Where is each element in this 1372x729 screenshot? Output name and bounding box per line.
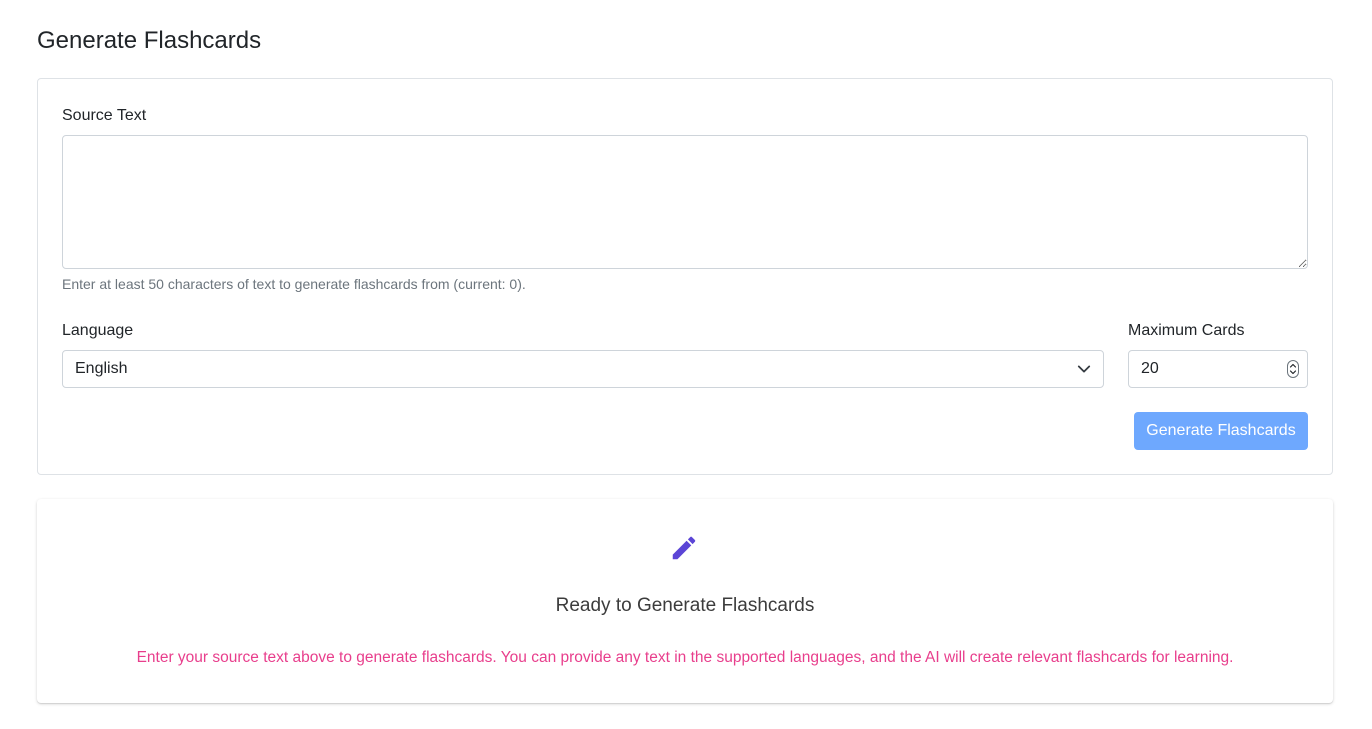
empty-state-title: Ready to Generate Flashcards — [555, 595, 815, 616]
flashcard-form-card: Source Text Enter at least 50 characters… — [37, 78, 1333, 475]
language-select-value: English — [75, 360, 128, 377]
page: Generate Flashcards Source Text Enter at… — [0, 0, 1372, 729]
source-text-help: Enter at least 50 characters of text to … — [62, 276, 526, 292]
page-title: Generate Flashcards — [37, 27, 262, 54]
source-text-label: Source Text — [62, 107, 147, 124]
max-cards-field — [1128, 350, 1308, 388]
generate-flashcards-button[interactable]: Generate Flashcards — [1134, 412, 1308, 450]
chevron-down-icon — [1077, 365, 1091, 373]
source-text-input[interactable] — [62, 135, 1308, 269]
max-cards-input[interactable] — [1141, 360, 1287, 378]
language-select[interactable]: English — [62, 350, 1104, 388]
number-spinner-icon[interactable] — [1287, 360, 1299, 378]
empty-state-message: Enter your source text above to generate… — [136, 649, 1234, 666]
max-cards-label: Maximum Cards — [1128, 322, 1245, 339]
pencil-icon — [672, 536, 696, 560]
language-label: Language — [62, 322, 134, 339]
empty-state-card: Ready to Generate Flashcards Enter your … — [37, 499, 1333, 703]
